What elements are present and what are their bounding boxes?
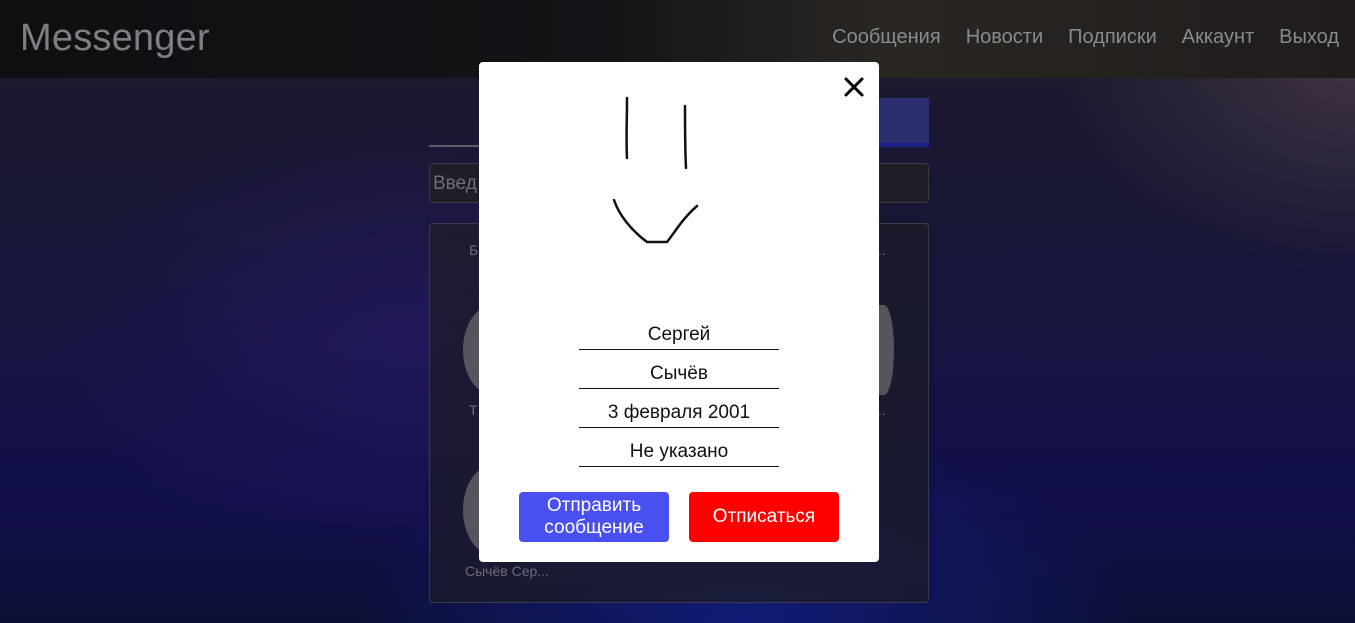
extra-info-field: Не указано: [579, 437, 779, 467]
profile-modal: Сергей Сычёв 3 февраля 2001 Не указано О…: [479, 62, 879, 562]
birth-date-field: 3 февраля 2001: [579, 398, 779, 428]
last-name-field: Сычёв: [579, 359, 779, 389]
first-name-field: Сергей: [579, 320, 779, 350]
send-message-button[interactable]: Отправить сообщение: [519, 492, 669, 542]
avatar-drawing: [612, 96, 699, 244]
close-icon[interactable]: [841, 74, 867, 100]
unsubscribe-button[interactable]: Отписаться: [689, 492, 839, 542]
